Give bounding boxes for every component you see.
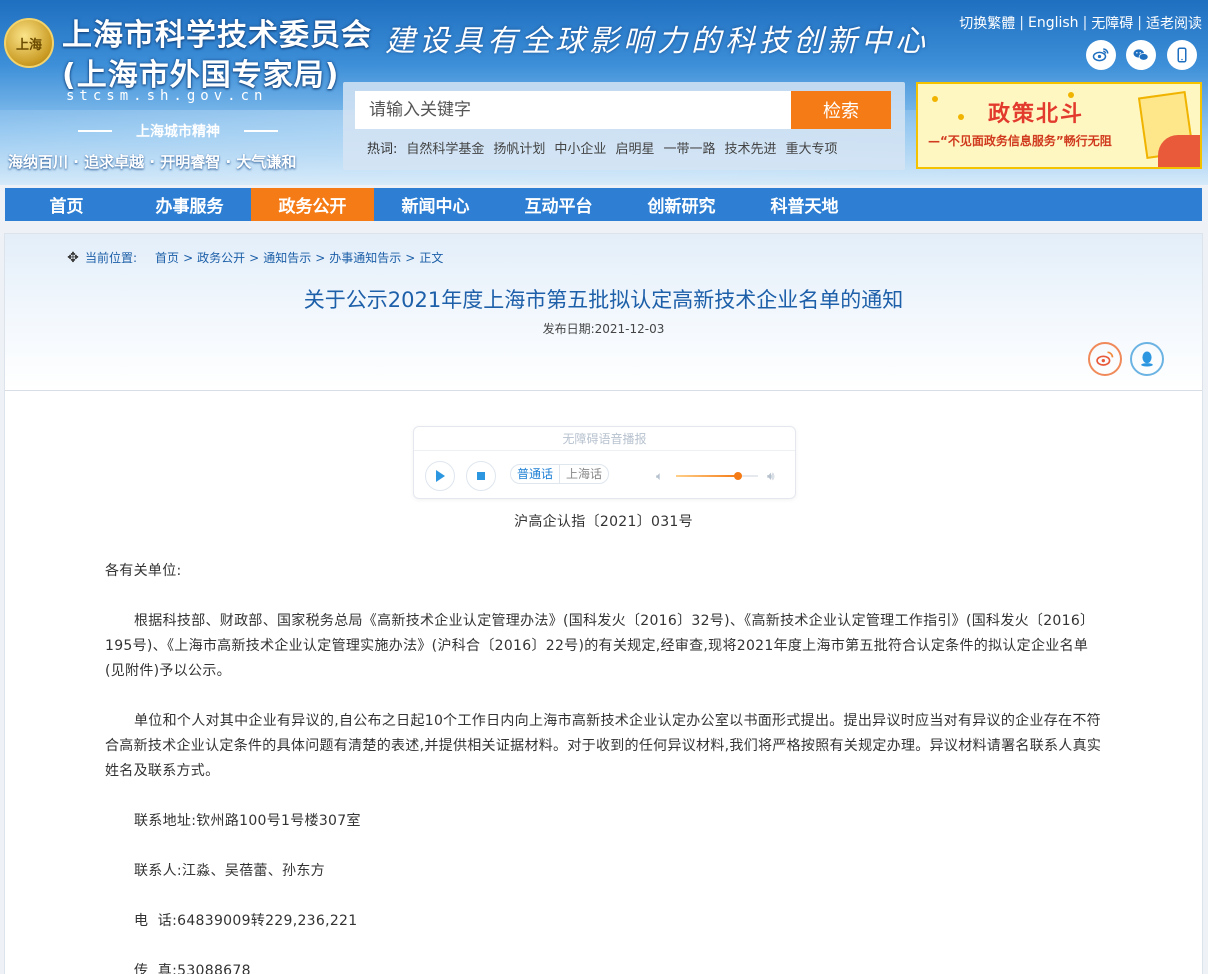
article-title: 关于公示2021年度上海市第五批拟认定高新技术企业名单的通知 [303,288,904,312]
weibo-share-icon [1096,351,1114,366]
header-slogan: 建设具有全球影响力的科技创新中心 [385,24,929,59]
emblem-logo[interactable]: 上海 [4,18,54,68]
wechat-icon[interactable] [1126,40,1156,70]
publish-date: 发布日期:2021-12-03 [542,322,665,336]
main-nav: 首页 办事服务 政务公开 新闻中心 互动平台 创新研究 科普天地 [5,188,1202,221]
nav-home[interactable]: 首页 [5,188,128,221]
audio-player: 无障碍语音播报 普通话 上海话 🔈︎ 🔊︎ [413,426,796,499]
search-button[interactable]: 检索 [791,91,891,129]
share-weibo-button[interactable] [1088,342,1122,376]
document-number: 沪高企认指〔2021〕031号 [514,514,693,530]
article-container: ✥ 当前位置: 首页 > 政务公开 > 通知告示 > 办事通知告示 > 正文 关… [4,233,1203,974]
breadcrumb: ✥ 当前位置: 首页 > 政务公开 > 通知告示 > 办事通知告示 > 正文 [65,249,443,266]
contact-persons: 联系人:江淼、吴蓓蕾、孙东方 [134,863,325,879]
volume-fill [676,475,738,477]
traditional-chinese-link[interactable]: 切换繁體 [959,13,1015,33]
nav-research[interactable]: 创新研究 [620,188,743,221]
location-icon: ✥ [67,249,79,266]
hot-words: 热词: 自然科学基金 扬帆计划 中小企业 启明星 一带一路 技术先进 重大专项 [367,138,838,157]
paragraph: 单位和个人对其中企业有异议的,自公布之日起10个工作日内向上海市高新技术企业认定… [105,713,1102,779]
article-body: 各有关单位: 根据科技部、财政部、国家税务总局《高新技术企业认定管理办法》(国科… [105,559,1105,974]
breadcrumb-label: 当前位置: [85,251,138,265]
breadcrumb-notices[interactable]: 通知告示 [263,249,311,266]
volume-slider[interactable] [676,472,758,480]
hot-word[interactable]: 启明星 [615,138,654,157]
banner-title: 政策北斗 [988,102,1085,127]
contact-fax: 传 真:53088678 [134,963,251,974]
breadcrumb-gov-affairs[interactable]: 政务公开 [197,249,245,266]
dialect-toggle: 普通话 上海话 [510,464,610,484]
nav-news[interactable]: 新闻中心 [374,188,497,221]
city-spirit-text: 海纳百川 · 追求卓越 · 开明睿智 · 大气谦和 [8,153,297,171]
mobile-icon[interactable] [1167,40,1197,70]
hot-word[interactable]: 重大专项 [785,138,837,157]
policy-beidou-banner[interactable]: 政策北斗 —“不见面政务信息服务”畅行无阻 [916,82,1202,169]
shanghainese-option[interactable]: 上海话 [559,465,608,483]
player-title: 无障碍语音播报 [414,427,795,451]
stop-icon [477,472,485,480]
city-spirit-label: 上海城市精神 [78,121,278,141]
play-button[interactable] [425,461,455,491]
contact-phone: 电 话:64839009转229,236,221 [134,913,358,929]
breadcrumb-home[interactable]: 首页 [155,249,179,266]
nav-services[interactable]: 办事服务 [128,188,251,221]
nav-interaction[interactable]: 互动平台 [497,188,620,221]
article-header: ✥ 当前位置: 首页 > 政务公开 > 通知告示 > 办事通知告示 > 正文 关… [5,234,1202,391]
contact-address: 联系地址:钦州路100号1号楼307室 [134,813,361,829]
hot-word[interactable]: 一带一路 [663,138,715,157]
qq-share-icon [1141,351,1153,367]
share-qq-button[interactable] [1130,342,1164,376]
elderly-reading-link[interactable]: 适老阅读 [1146,13,1202,33]
search-input[interactable] [355,91,791,129]
site-domain: stcsm.sh.gov.cn [66,88,268,104]
hand-illustration [1158,135,1200,167]
play-icon [436,470,445,482]
site-title[interactable]: 上海市科学技术委员会 [62,10,372,54]
weibo-icon[interactable] [1086,40,1116,70]
site-header: 上海 上海市科学技术委员会 (上海市外国专家局) stcsm.sh.gov.cn… [0,0,1208,185]
hot-word[interactable]: 扬帆计划 [493,138,545,157]
hot-word[interactable]: 技术先进 [724,138,776,157]
volume-low-icon[interactable]: 🔈︎ [656,469,663,484]
hot-word[interactable]: 中小企业 [554,138,606,157]
nav-gov-affairs[interactable]: 政务公开 [251,188,374,221]
nav-science[interactable]: 科普天地 [743,188,866,221]
breadcrumb-service-notices[interactable]: 办事通知告示 [329,249,401,266]
english-link[interactable]: English [1028,15,1079,31]
paragraph: 根据科技部、财政部、国家税务总局《高新技术企业认定管理办法》(国科发火〔2016… [105,613,1095,679]
top-links: 切换繁體 | English | 无障碍 | 适老阅读 [959,13,1202,33]
breadcrumb-current[interactable]: 正文 [419,249,443,266]
volume-high-icon[interactable]: 🔊︎ [767,469,775,484]
hot-word[interactable]: 自然科学基金 [406,138,484,157]
hot-words-label: 热词: [367,142,398,157]
accessibility-link[interactable]: 无障碍 [1091,13,1133,33]
mandarin-option[interactable]: 普通话 [511,465,559,483]
banner-subtitle: —“不见面政务信息服务”畅行无阻 [928,134,1112,148]
greeting: 各有关单位: [105,563,182,579]
search-panel: 检索 热词: 自然科学基金 扬帆计划 中小企业 启明星 一带一路 技术先进 重大… [343,82,905,170]
emblem-text: 上海 [15,37,42,53]
volume-knob[interactable] [733,472,742,480]
stop-button[interactable] [466,461,496,491]
